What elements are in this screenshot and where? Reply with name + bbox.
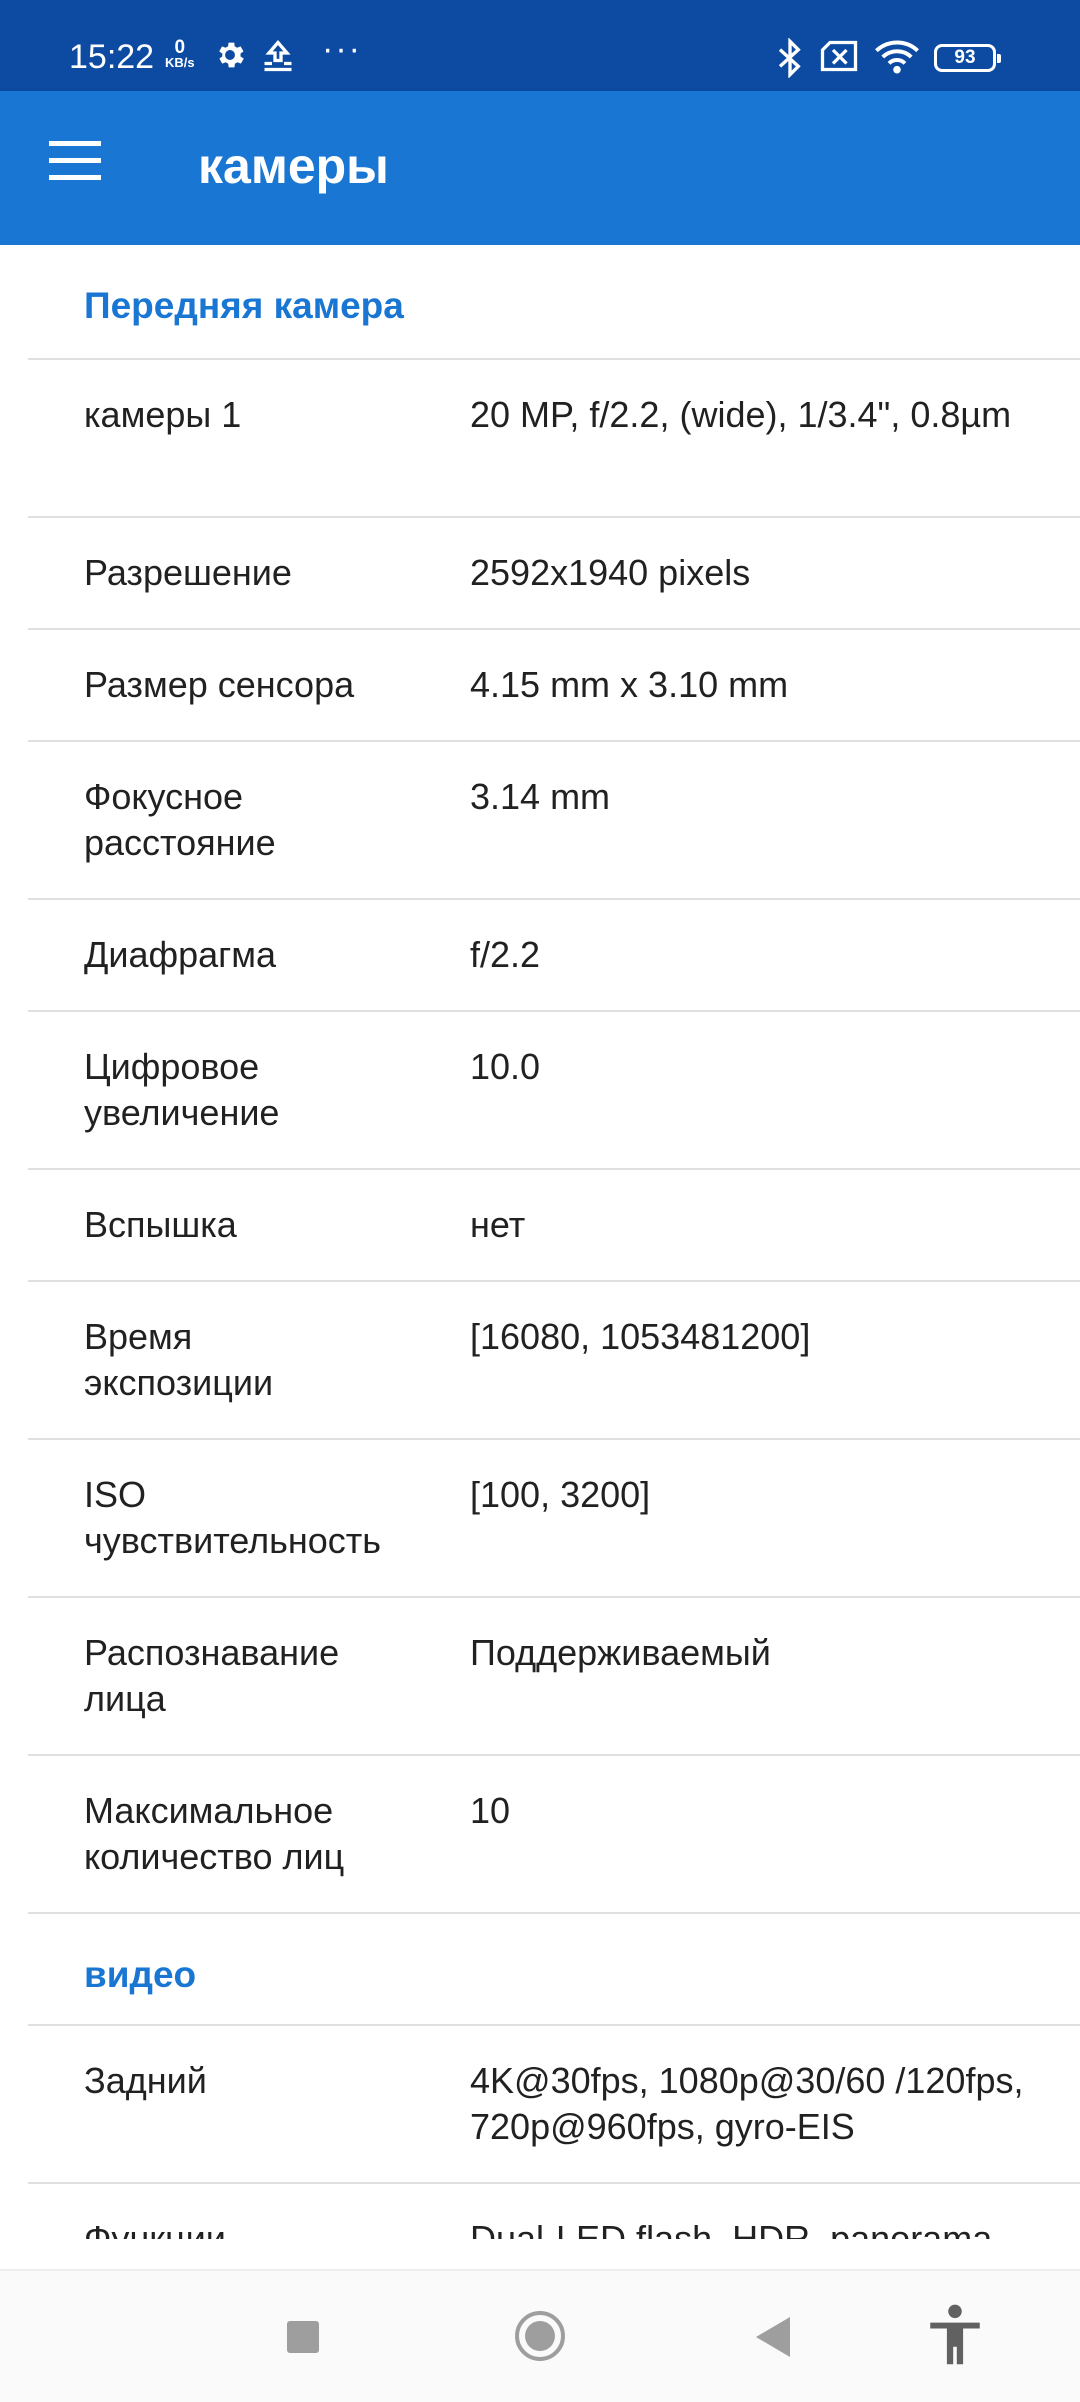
spec-label: ISO чувствительность — [84, 1474, 382, 1561]
app-bar: камеры — [0, 91, 1080, 245]
home-circle-icon[interactable] — [515, 2311, 565, 2361]
spec-label: Распознавание лица — [84, 1632, 340, 1719]
spec-row: камеры 1 20 MP, f/2.2, (wide), 1/3.4", 0… — [28, 360, 1080, 518]
spec-row: Задний 4K@30fps, 1080p@30/60 /120fps, 72… — [28, 2026, 1080, 2184]
recents-square-icon[interactable] — [287, 2321, 319, 2353]
spec-row: Вспышка нет — [28, 1170, 1080, 1282]
spec-row: Распознавание лица Поддерживаемый — [28, 1598, 1080, 1756]
upload-icon — [264, 39, 292, 72]
spec-label: Вспышка — [84, 1204, 237, 1245]
spec-value: нет — [470, 1204, 526, 1245]
network-speed: 0 KB/s — [165, 37, 195, 70]
gear-icon — [219, 42, 244, 68]
spec-row: Разрешение 2592x1940 pixels — [28, 518, 1080, 630]
spec-value: 20 MP, f/2.2, (wide), 1/3.4", 0.8µm — [470, 394, 1012, 435]
accessibility-icon[interactable] — [928, 2303, 982, 2367]
spec-value: Поддерживаемый — [470, 1632, 771, 1673]
spec-value: Dual-LED flash, HDR, panorama — [470, 2218, 993, 2239]
network-speed-unit: KB/s — [165, 55, 195, 70]
camera-specs-list[interactable]: Передняя камера камеры 1 20 MP, f/2.2, (… — [0, 245, 1080, 2239]
section-title: Передняя камера — [84, 285, 404, 326]
status-time: 15:22 — [69, 38, 155, 76]
spec-label: Фокусное расстояние — [84, 776, 276, 863]
page-title: камеры — [198, 138, 389, 194]
spec-value: [16080, 1053481200] — [470, 1316, 811, 1357]
spec-value: f/2.2 — [470, 934, 541, 975]
wifi-icon — [875, 40, 919, 74]
spec-label: Задний — [84, 2060, 207, 2101]
spec-row: Время экспозиции [16080, 1053481200] — [28, 1282, 1080, 1440]
spec-value: 3.14 mm — [470, 776, 611, 817]
spec-row: Цифровое увеличение 10.0 — [28, 1012, 1080, 1170]
spec-label: камеры 1 — [84, 394, 242, 435]
spec-value: 4.15 mm x 3.10 mm — [470, 664, 789, 705]
spec-label: Разрешение — [84, 552, 292, 593]
network-speed-value: 0 — [174, 37, 186, 58]
spec-row: Диафрагма f/2.2 — [28, 900, 1080, 1012]
spec-row: Функции Dual-LED flash, HDR, panorama — [28, 2184, 1080, 2239]
spec-value: 10 — [470, 1790, 511, 1831]
spec-row: Максимальное количество лиц 10 — [28, 1756, 1080, 1914]
status-bar: 15:22 0 KB/s ··· 93 — [0, 0, 1080, 91]
spec-row: Фокусное расстояние 3.14 mm — [28, 742, 1080, 900]
spec-label: Функции — [84, 2218, 226, 2239]
sim-off-icon — [820, 40, 858, 72]
spec-row: Размер сенсора 4.15 mm x 3.10 mm — [28, 630, 1080, 742]
spec-label: Размер сенсора — [84, 664, 355, 705]
section-header-front-camera: Передняя камера — [28, 245, 1080, 360]
section-header-video: видео — [28, 1914, 1080, 2026]
spec-value: 4K@30fps, 1080p@30/60 /120fps, 720p@960f… — [470, 2060, 1024, 2147]
spec-value: [100, 3200] — [470, 1474, 651, 1515]
more-dots-icon: ··· — [322, 30, 362, 68]
bluetooth-icon — [778, 38, 801, 78]
spec-label: Максимальное количество лиц — [84, 1790, 345, 1877]
back-triangle-icon[interactable] — [756, 2317, 790, 2357]
spec-value: 2592x1940 pixels — [470, 552, 751, 593]
spec-row: ISO чувствительность [100, 3200] — [28, 1440, 1080, 1598]
spec-label: Диафрагма — [84, 934, 277, 975]
system-nav-bar — [0, 2269, 1080, 2402]
section-title: видео — [84, 1954, 197, 1995]
battery-indicator: 93 — [934, 44, 1001, 72]
spec-value: 10.0 — [470, 1046, 541, 1087]
spec-label: Цифровое увеличение — [84, 1046, 280, 1133]
spec-label: Время экспозиции — [84, 1316, 274, 1403]
hamburger-menu-icon[interactable] — [44, 141, 106, 191]
